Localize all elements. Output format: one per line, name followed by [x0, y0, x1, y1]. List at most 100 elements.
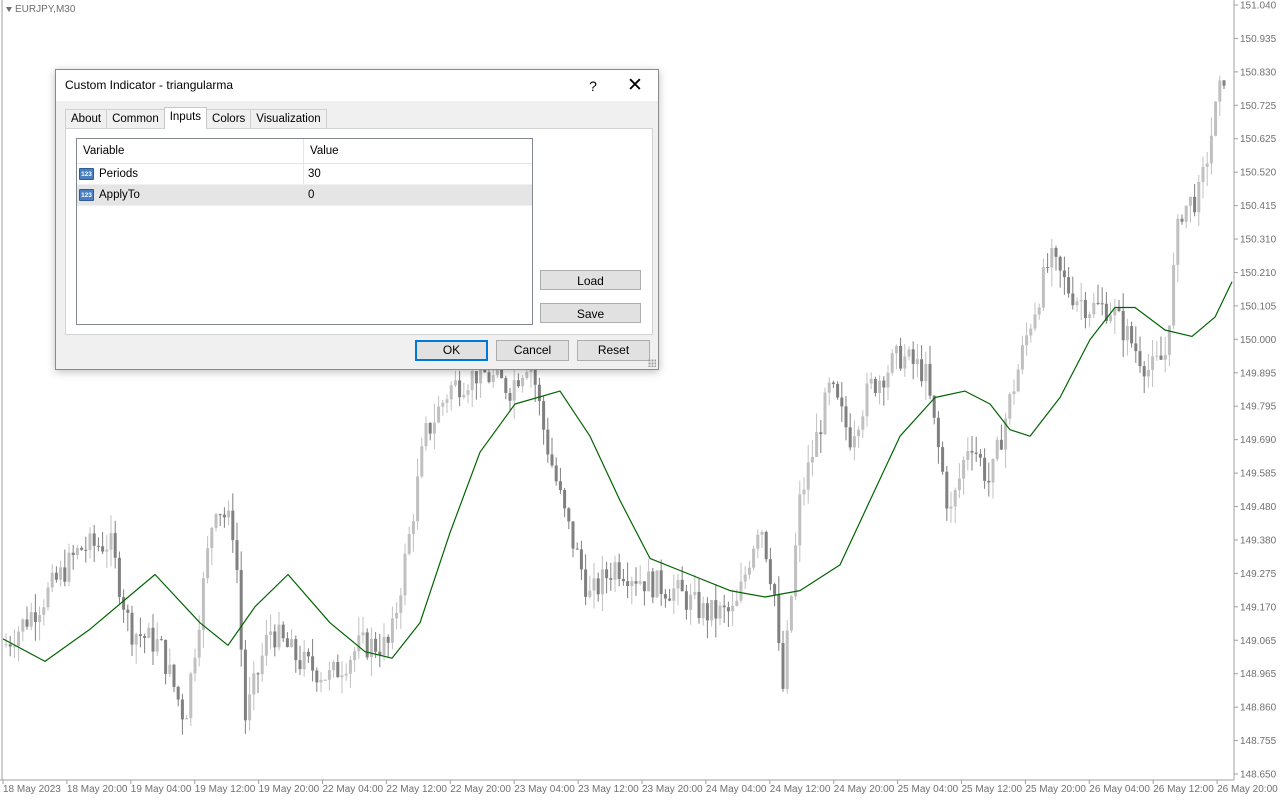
candle-body — [987, 480, 991, 483]
inputs-table[interactable]: Variable Value 123 Periods 30 123 ApplyT… — [76, 138, 533, 325]
candle-body — [676, 579, 680, 589]
time-label: 24 May 04:00 — [706, 784, 767, 795]
tab-inputs[interactable]: Inputs — [163, 107, 208, 129]
candle-body — [290, 639, 294, 648]
ok-button[interactable]: OK — [415, 340, 488, 361]
cancel-button[interactable]: Cancel — [496, 340, 569, 361]
tab-about[interactable]: About — [65, 109, 108, 129]
integer-param-icon: 123 — [79, 168, 94, 180]
candle-body — [995, 439, 999, 460]
candle-body — [642, 581, 646, 592]
candle-body — [693, 591, 697, 595]
candle-body — [1050, 247, 1054, 268]
column-header-variable[interactable]: Variable — [77, 139, 304, 163]
save-button[interactable]: Save — [540, 303, 641, 323]
candle-body — [920, 359, 924, 382]
candle-body — [1033, 314, 1037, 329]
candle-body — [962, 459, 966, 479]
value-cell[interactable]: 30 — [304, 164, 321, 184]
candle-body — [1079, 299, 1083, 302]
candle-body — [651, 571, 655, 598]
candle-body — [1088, 314, 1092, 319]
candle-body — [306, 651, 310, 657]
candle-body — [395, 612, 399, 619]
candle-body — [1205, 163, 1209, 167]
candle-body — [50, 572, 54, 588]
price-label: 148.755 — [1240, 736, 1277, 747]
candle-body — [621, 578, 625, 582]
table-row[interactable]: 123 Periods 30 — [77, 164, 532, 185]
candle-body — [705, 603, 709, 621]
candle-body — [609, 578, 613, 580]
resize-grip-icon[interactable] — [648, 359, 656, 367]
candle-body — [38, 614, 42, 622]
tab-colors[interactable]: Colors — [206, 109, 252, 129]
help-icon[interactable]: ? — [582, 70, 604, 101]
dialog-titlebar[interactable]: Custom Indicator - triangularma ? ✕ — [56, 70, 658, 101]
candle-body — [626, 581, 630, 586]
candle-body — [25, 619, 29, 627]
candle-body — [571, 521, 575, 549]
candle-body — [201, 578, 205, 630]
candle-body — [878, 380, 882, 393]
price-label: 151.040 — [1240, 1, 1277, 12]
candle-body — [298, 660, 302, 670]
time-label: 23 May 20:00 — [642, 784, 703, 795]
price-label: 149.585 — [1240, 469, 1277, 480]
candle-body — [974, 452, 978, 454]
load-button[interactable]: Load — [540, 270, 641, 290]
time-label: 26 May 12:00 — [1153, 784, 1214, 795]
candle-body — [449, 385, 453, 400]
candle-body — [1218, 80, 1222, 102]
candle-body — [512, 380, 516, 401]
candle-body — [269, 631, 273, 635]
candle-body — [840, 397, 844, 407]
time-label: 19 May 12:00 — [195, 784, 256, 795]
candle-body — [899, 345, 903, 369]
candle-body — [739, 581, 743, 601]
candle-body — [281, 624, 285, 639]
candle-body — [1037, 307, 1041, 315]
candle-body — [1209, 135, 1213, 164]
candle-body — [869, 378, 873, 384]
candle-body — [1142, 366, 1146, 377]
candle-body — [953, 490, 957, 507]
column-header-value[interactable]: Value — [304, 139, 339, 163]
candle-body — [831, 382, 835, 384]
tab-visualization[interactable]: Visualization — [250, 109, 327, 129]
symbol-label[interactable]: EURJPY,M30 — [6, 4, 75, 15]
value-cell[interactable]: 0 — [304, 185, 314, 205]
candle-body — [873, 378, 877, 393]
candle-body — [285, 638, 289, 648]
candle-body — [164, 639, 168, 674]
tab-common[interactable]: Common — [106, 109, 165, 129]
dropdown-triangle-icon — [6, 7, 12, 12]
candle-body — [701, 603, 705, 619]
reset-button[interactable]: Reset — [577, 340, 650, 361]
candle-body — [777, 594, 781, 644]
candle-body — [1130, 326, 1134, 344]
candle-body — [147, 627, 151, 638]
candle-body — [176, 686, 180, 700]
time-label: 25 May 12:00 — [962, 784, 1023, 795]
price-label: 150.935 — [1240, 34, 1277, 45]
price-label: 148.965 — [1240, 669, 1277, 680]
time-label: 19 May 20:00 — [259, 784, 320, 795]
candle-body — [453, 380, 457, 386]
candle-body — [54, 572, 58, 580]
close-icon[interactable]: ✕ — [622, 70, 648, 101]
candle-body — [575, 548, 579, 550]
candle-body — [1222, 80, 1226, 86]
price-label: 150.415 — [1240, 201, 1277, 212]
candle-body — [1163, 354, 1167, 360]
candle-body — [122, 596, 126, 610]
candle-body — [1008, 394, 1012, 419]
candle-body — [1067, 277, 1071, 294]
candle-body — [474, 371, 478, 384]
candle-body — [382, 636, 386, 656]
candle-body — [231, 510, 235, 541]
candle-body — [273, 631, 277, 648]
candle-body — [441, 402, 445, 407]
table-row[interactable]: 123 ApplyTo 0 — [77, 185, 532, 206]
candle-body — [907, 349, 911, 357]
